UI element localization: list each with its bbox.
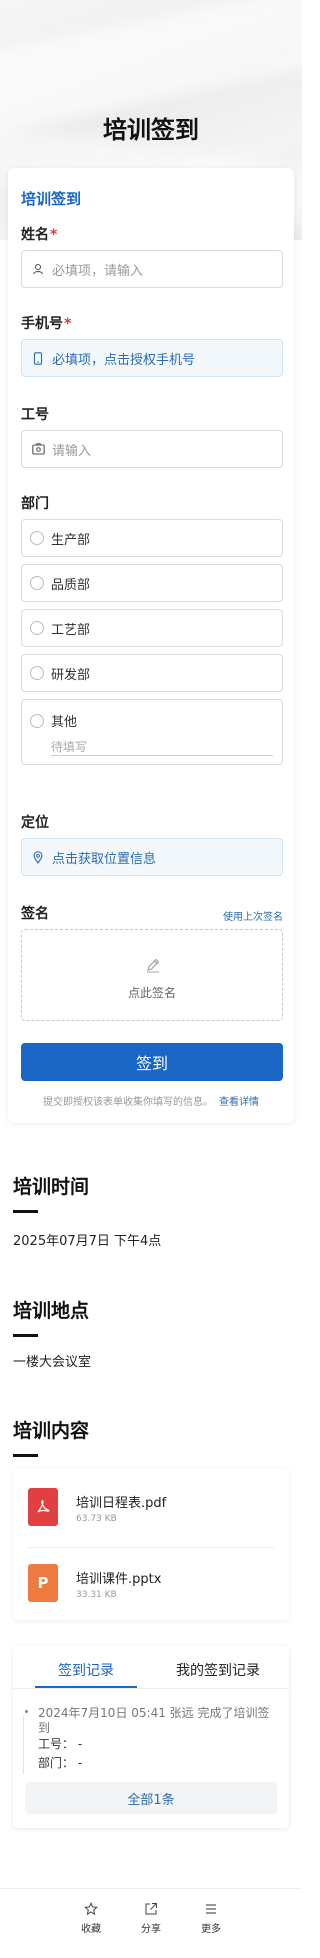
department-label: 部门 bbox=[21, 496, 49, 512]
department-option-rnd[interactable]: 研发部 bbox=[21, 654, 283, 692]
tab-signin-records[interactable]: 签到记录 bbox=[21, 1660, 151, 1680]
file-name: 培训日程表.pdf bbox=[76, 1496, 167, 1511]
signin-form-card: 培训签到 姓名* 必填项，请输入 手机号* 必填项，点击授权手机号 工号 请输入… bbox=[8, 168, 294, 1123]
name-input[interactable]: 必填项，请输入 bbox=[21, 250, 283, 288]
user-icon bbox=[30, 261, 46, 277]
view-details-link[interactable]: 查看详情 bbox=[219, 1097, 259, 1108]
radio-circle-icon bbox=[30, 666, 44, 680]
radio-circle-icon bbox=[30, 621, 44, 635]
other-option-row[interactable]: 其他 bbox=[30, 711, 77, 730]
radio-circle-icon bbox=[30, 576, 44, 590]
attachment-item-ppt[interactable]: P 培训课件.pptx 33.31 KB bbox=[28, 1554, 274, 1614]
id-card-icon bbox=[30, 441, 46, 457]
department-option-other[interactable]: 其他 待填写 bbox=[21, 699, 283, 765]
other-input[interactable]: 待填写 bbox=[51, 736, 273, 756]
nav-label: 更多 bbox=[201, 1924, 221, 1935]
name-label-text: 姓名 bbox=[21, 227, 49, 243]
attachment-list: 培训日程表.pdf 63.73 KB P 培训课件.pptx 33.31 KB bbox=[13, 1468, 289, 1620]
view-all-records-button[interactable]: 全部1条 bbox=[25, 1782, 277, 1814]
share-button[interactable]: 分享 bbox=[131, 1901, 171, 1935]
file-size: 63.73 KB bbox=[76, 1514, 117, 1524]
phone-icon bbox=[30, 350, 46, 366]
training-content-title: 培训内容 bbox=[13, 1420, 90, 1442]
nav-label: 分享 bbox=[141, 1924, 161, 1935]
signin-records-card: 签到记录 我的签到记录 2024年7月10日 05:41 张远 完成了培训签 到… bbox=[13, 1646, 289, 1828]
employee-id-placeholder: 请输入 bbox=[52, 443, 92, 459]
favorite-button[interactable]: 收藏 bbox=[71, 1901, 111, 1935]
attachment-item-pdf[interactable]: 培训日程表.pdf 63.73 KB bbox=[28, 1478, 274, 1538]
training-place-title: 培训地点 bbox=[13, 1300, 90, 1322]
section-divider bbox=[13, 1334, 38, 1337]
record-employee-id: 工号： - bbox=[38, 1737, 83, 1751]
authorize-phone-button[interactable]: 必填项，点击授权手机号 bbox=[21, 339, 283, 377]
use-last-signature-link[interactable]: 使用上次签名 bbox=[223, 908, 283, 923]
get-location-button[interactable]: 点击获取位置信息 bbox=[21, 838, 283, 876]
record-department: 部门： - bbox=[38, 1756, 83, 1770]
phone-placeholder: 必填项，点击授权手机号 bbox=[52, 352, 196, 368]
bottom-nav: 收藏 分享 更多 bbox=[0, 1888, 302, 1958]
name-label: 姓名* bbox=[21, 224, 57, 244]
option-label: 研发部 bbox=[51, 667, 91, 683]
timeline-dot bbox=[25, 1710, 28, 1713]
location-pin-icon bbox=[30, 849, 46, 865]
department-option-production[interactable]: 生产部 bbox=[21, 519, 283, 557]
section-divider bbox=[13, 1454, 38, 1457]
record-summary: 2024年7月10日 05:41 张远 完成了培训签 bbox=[38, 1706, 270, 1720]
file-size: 33.31 KB bbox=[76, 1590, 117, 1600]
submit-button[interactable]: 签到 bbox=[21, 1043, 283, 1081]
form-title: 培训签到 bbox=[21, 190, 82, 208]
privacy-notice: 提交即授权该表单收集你填写的信息。 查看详情 bbox=[8, 1093, 294, 1108]
timeline-line bbox=[23, 1716, 24, 1774]
name-placeholder: 必填项，请输入 bbox=[52, 263, 144, 279]
pen-icon bbox=[144, 956, 162, 974]
share-icon bbox=[144, 1901, 158, 1915]
required-mark: * bbox=[50, 227, 58, 243]
required-mark: * bbox=[64, 316, 72, 332]
radio-circle-icon bbox=[30, 531, 44, 545]
signature-hint: 点此签名 bbox=[127, 986, 176, 1000]
department-option-quality[interactable]: 品质部 bbox=[21, 564, 283, 602]
nav-label: 收藏 bbox=[81, 1924, 101, 1935]
privacy-notice-text: 提交即授权该表单收集你填写的信息。 bbox=[43, 1097, 213, 1108]
location-label: 定位 bbox=[21, 815, 49, 831]
phone-label-text: 手机号 bbox=[21, 316, 63, 332]
signature-label: 签名 bbox=[21, 906, 49, 922]
option-label: 品质部 bbox=[51, 577, 91, 593]
pdf-file-icon bbox=[28, 1488, 58, 1526]
training-time-value: 2025年07月7日 下午4点 bbox=[13, 1234, 162, 1249]
signature-pad[interactable]: 点此签名 bbox=[21, 929, 283, 1021]
department-option-process[interactable]: 工艺部 bbox=[21, 609, 283, 647]
page-title: 培训签到 bbox=[103, 116, 199, 144]
radio-circle-icon bbox=[30, 713, 44, 728]
ppt-file-icon: P bbox=[28, 1564, 58, 1602]
file-name: 培训课件.pptx bbox=[76, 1572, 162, 1587]
location-placeholder: 点击获取位置信息 bbox=[52, 851, 157, 867]
star-icon bbox=[83, 1901, 99, 1916]
employee-id-label: 工号 bbox=[21, 407, 49, 423]
section-divider bbox=[13, 1210, 38, 1213]
tab-my-signin-records[interactable]: 我的签到记录 bbox=[153, 1660, 283, 1680]
option-label: 其他 bbox=[51, 715, 78, 730]
option-label: 工艺部 bbox=[51, 622, 91, 638]
divider bbox=[28, 1547, 274, 1548]
option-label: 生产部 bbox=[51, 532, 91, 548]
phone-label: 手机号* bbox=[21, 313, 71, 333]
training-time-title: 培训时间 bbox=[13, 1176, 90, 1198]
employee-id-input[interactable]: 请输入 bbox=[21, 430, 283, 468]
more-button[interactable]: 更多 bbox=[191, 1901, 231, 1935]
record-summary-cont: 到 bbox=[38, 1721, 51, 1735]
active-tab-indicator bbox=[35, 1686, 137, 1688]
menu-icon bbox=[204, 1901, 218, 1915]
tab-separator bbox=[13, 1688, 289, 1689]
training-place-value: 一楼大会议室 bbox=[13, 1355, 92, 1370]
